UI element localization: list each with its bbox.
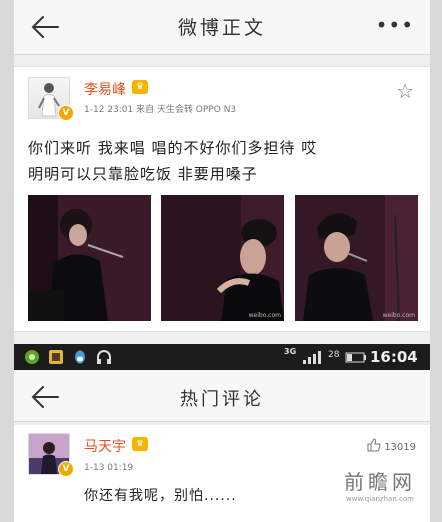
- photo-grid: weibo.com weibo.com: [28, 195, 418, 321]
- watermark-url: www.qianzhan.com: [346, 495, 414, 503]
- post-photo-3[interactable]: weibo.com: [295, 195, 418, 321]
- battery-icon: [345, 352, 366, 363]
- headphone-icon: [97, 350, 111, 364]
- more-options-icon[interactable]: •••: [376, 13, 414, 37]
- app-icon-green: [25, 350, 39, 364]
- comment-username[interactable]: 马天宇: [84, 436, 126, 456]
- member-crown-icon: ♛: [132, 437, 148, 451]
- comment-like-count: 13019: [384, 442, 416, 453]
- verified-badge-icon: V: [58, 461, 74, 477]
- qq-icon: [75, 350, 85, 364]
- post-photo-1[interactable]: [28, 195, 151, 321]
- comment-meta: 1-13 01:19: [84, 463, 134, 473]
- post-content-line: 明明可以只靠脸吃饭 非要用嗓子: [28, 165, 258, 183]
- photo-watermark: weibo.com: [248, 312, 281, 319]
- top-navigation-bar: 微博正文 •••: [14, 0, 430, 55]
- battery-percent: 28: [328, 350, 340, 360]
- post-photo-2[interactable]: weibo.com: [161, 195, 284, 321]
- clock-time: 16:04: [370, 348, 418, 366]
- photo-watermark: weibo.com: [382, 312, 415, 319]
- status-bar: 3G 28 16:04: [14, 344, 430, 370]
- member-crown-icon: ♛: [132, 80, 148, 94]
- post-content-line: 你们来听 我来唱 唱的不好你们多担待 哎: [28, 139, 318, 157]
- watermark-name: 前瞻网: [344, 470, 416, 494]
- post-username[interactable]: 李易峰: [84, 79, 126, 99]
- network-type: 3G: [284, 347, 297, 356]
- weibo-screen: 微博正文 ••• V 李易峰 ♛ 1-12 23:01 来自 天生会转 OPPO…: [14, 0, 430, 522]
- app-icon-yellow: [49, 350, 63, 364]
- verified-badge-icon: V: [58, 105, 74, 121]
- favorite-star-icon[interactable]: ☆: [396, 79, 414, 103]
- post-content: 你们来听 我来唱 唱的不好你们多担待 哎 明明可以只靠脸吃饭 非要用嗓子: [28, 135, 418, 187]
- comment-like-button[interactable]: 13019: [367, 438, 416, 453]
- comments-title: 热门评论: [180, 389, 264, 410]
- comment-text: 你还有我呢，别怕......: [84, 488, 237, 504]
- comments-header: 热门评论: [14, 371, 430, 422]
- signal-icon: [303, 351, 321, 364]
- post-meta: 1-12 23:01 来自 天生会转 OPPO N3: [84, 105, 237, 115]
- site-watermark: 前瞻网 www.qianzhan.com: [344, 466, 416, 503]
- page-title: 微博正文: [177, 17, 266, 39]
- thumbs-up-icon: [367, 438, 381, 452]
- post-card: V 李易峰 ♛ 1-12 23:01 来自 天生会转 OPPO N3 ☆ 你们来…: [14, 66, 430, 332]
